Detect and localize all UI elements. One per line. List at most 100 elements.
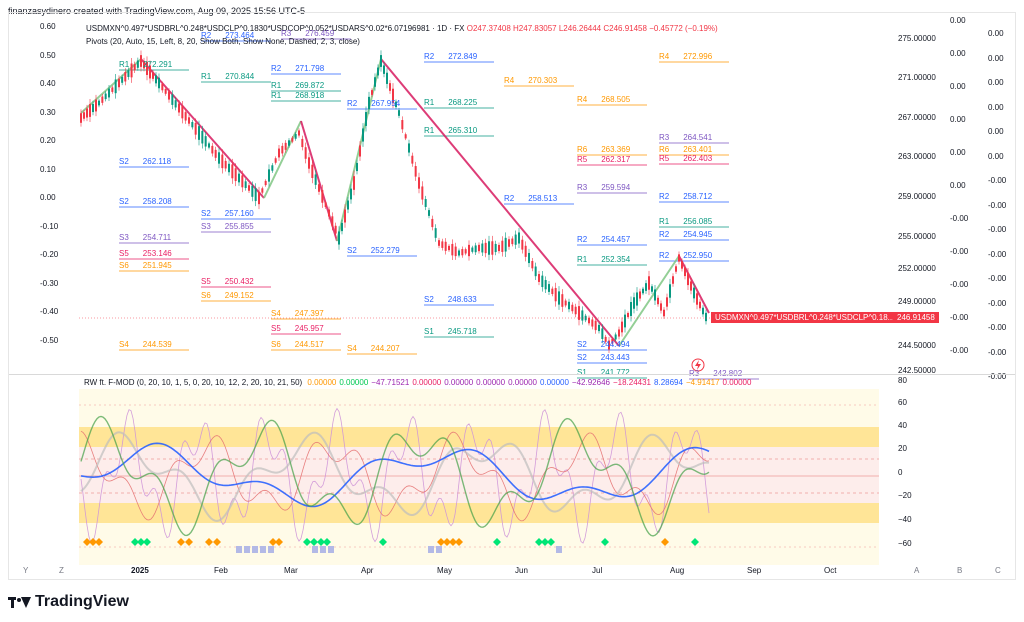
candle-body bbox=[95, 99, 97, 112]
pivot-label: R2 273.464 bbox=[201, 31, 254, 40]
right-outer-axis-label: -0.00 bbox=[988, 249, 1007, 259]
right-inner-axis-label: 0.00 bbox=[950, 181, 966, 190]
left-axis-label: 0.40 bbox=[40, 79, 56, 88]
axis-scale-toggle[interactable]: C bbox=[995, 566, 1001, 575]
candle-body bbox=[398, 110, 400, 116]
candle-body bbox=[353, 176, 355, 190]
ohlc-high: H247.83057 bbox=[513, 24, 557, 33]
candle-body bbox=[178, 103, 180, 113]
pivot-label: R4 270.303 bbox=[504, 76, 557, 85]
price-axis-label: 275.00000 bbox=[898, 34, 936, 43]
candle-body bbox=[328, 209, 330, 217]
right-outer-axis-label: -0.00 bbox=[988, 347, 1007, 357]
pivot-level-tag: R2 bbox=[504, 194, 515, 203]
candle-body bbox=[318, 184, 320, 192]
pivot-label: S3 255.855 bbox=[201, 222, 254, 231]
time-axis[interactable]: 2025 Feb Mar Apr May Jun Jul Aug Sep Oct Y Z A B C bbox=[9, 563, 1015, 579]
right-outer-axis-label: -0.00 bbox=[988, 323, 1007, 332]
candle-body bbox=[274, 158, 277, 163]
timeframe-shortcut[interactable]: Y bbox=[23, 566, 28, 575]
pivot-level-tag: R2 bbox=[659, 192, 670, 201]
pivot-label: S6 244.517 bbox=[271, 340, 324, 349]
candle-body bbox=[414, 166, 417, 177]
oscillator-value: 0.00000 bbox=[476, 378, 506, 387]
oscillator-value: 0.00000 bbox=[722, 378, 752, 387]
candle-body bbox=[645, 283, 647, 291]
axis-scale-toggle[interactable]: B bbox=[957, 566, 962, 575]
pivot-label: R1 270.844 bbox=[201, 72, 254, 81]
candle-body bbox=[356, 162, 358, 172]
pivot-level-tag: S6 bbox=[271, 340, 281, 349]
candle-body bbox=[184, 112, 187, 121]
pivot-level-tag: R6 bbox=[577, 145, 588, 154]
candle-body bbox=[501, 240, 504, 252]
candle-body bbox=[404, 134, 407, 139]
pivot-level-tag: R1 bbox=[424, 98, 435, 107]
time-axis-label: Aug bbox=[670, 566, 685, 575]
candle-body bbox=[174, 100, 177, 108]
axis-scale-toggle[interactable]: A bbox=[914, 566, 919, 575]
candle-body bbox=[639, 291, 641, 299]
candle-body bbox=[521, 239, 524, 250]
pivot-label: R1 268.225 bbox=[424, 98, 477, 107]
pivot-level-tag: S2 bbox=[347, 246, 357, 255]
candle-body bbox=[690, 281, 692, 291]
pivot-level-tag: R1 bbox=[271, 91, 282, 100]
pivot-level-value: 265.310 bbox=[448, 126, 478, 135]
candle-body bbox=[228, 163, 230, 173]
candle-body bbox=[281, 145, 284, 154]
candle-body bbox=[114, 79, 117, 94]
candle-body bbox=[548, 284, 550, 292]
pivot-label: R1 272.291 bbox=[119, 60, 172, 69]
pivot-level-value: 262.317 bbox=[601, 155, 631, 164]
right-outer-axis-label: -0.00 bbox=[988, 200, 1007, 210]
symbol-legend[interactable]: USDMXN^0.497*USDBRL^0.248*USDCLP^0.1830*… bbox=[86, 24, 718, 33]
price-axis-label: 259.00000 bbox=[898, 192, 936, 201]
pane-separator[interactable] bbox=[9, 374, 1015, 375]
candle-body bbox=[660, 303, 662, 311]
timeframe-shortcut[interactable]: Z bbox=[59, 566, 64, 575]
candle-body bbox=[261, 188, 264, 193]
pivot-level-tag: S4 bbox=[347, 344, 357, 353]
candle-body bbox=[696, 293, 698, 305]
candle-body bbox=[380, 55, 382, 67]
candle-body bbox=[201, 130, 204, 144]
candle-body bbox=[331, 216, 334, 227]
oscillator-axis-label: 20 bbox=[898, 444, 907, 453]
candle-body bbox=[574, 306, 577, 315]
candle-body bbox=[663, 309, 665, 317]
pivot-level-value: 262.403 bbox=[683, 154, 713, 163]
pivot-label: S4 247.397 bbox=[271, 309, 324, 318]
oscillator-legend[interactable]: RW ft. F-MOD (0, 20, 10, 1, 5, 0, 20, 10… bbox=[84, 378, 757, 387]
candle-body bbox=[494, 243, 497, 253]
left-axis-label: -0.20 bbox=[40, 250, 59, 259]
pivot-level-value: 270.844 bbox=[225, 72, 255, 81]
candle-body bbox=[214, 149, 217, 158]
right-inner-axis-label: 0.00 bbox=[950, 49, 966, 58]
chart-canvas[interactable] bbox=[9, 13, 1015, 565]
candle-body bbox=[578, 306, 580, 320]
candle-body bbox=[481, 243, 484, 253]
candle-body bbox=[581, 310, 584, 321]
price-axis-label: 252.00000 bbox=[898, 264, 936, 273]
left-axis-label: -0.10 bbox=[40, 221, 59, 231]
pivot-level-value: 263.369 bbox=[601, 145, 631, 154]
candle-body bbox=[298, 130, 300, 136]
candle-body bbox=[633, 297, 635, 309]
candle-body bbox=[108, 88, 110, 98]
candle-body bbox=[188, 117, 190, 124]
pivot-level-value: 250.432 bbox=[224, 277, 254, 286]
candle-body bbox=[208, 143, 210, 148]
candle-body bbox=[83, 112, 85, 119]
pivot-label: S2 262.118 bbox=[119, 157, 171, 166]
pivot-label: S4 244.207 bbox=[347, 344, 400, 353]
pivot-label: R1 269.872 bbox=[271, 81, 324, 90]
pivot-level-tag: R2 bbox=[347, 99, 358, 108]
candle-body bbox=[341, 222, 343, 232]
oscillator-axis-label: 40 bbox=[898, 421, 907, 430]
pivot-level-tag: S5 bbox=[271, 324, 281, 333]
candle-body bbox=[152, 72, 154, 79]
right-inner-axis-label: -0.00 bbox=[950, 280, 969, 289]
candle-body bbox=[418, 177, 420, 189]
price-axis-label: 263.00000 bbox=[898, 152, 936, 161]
